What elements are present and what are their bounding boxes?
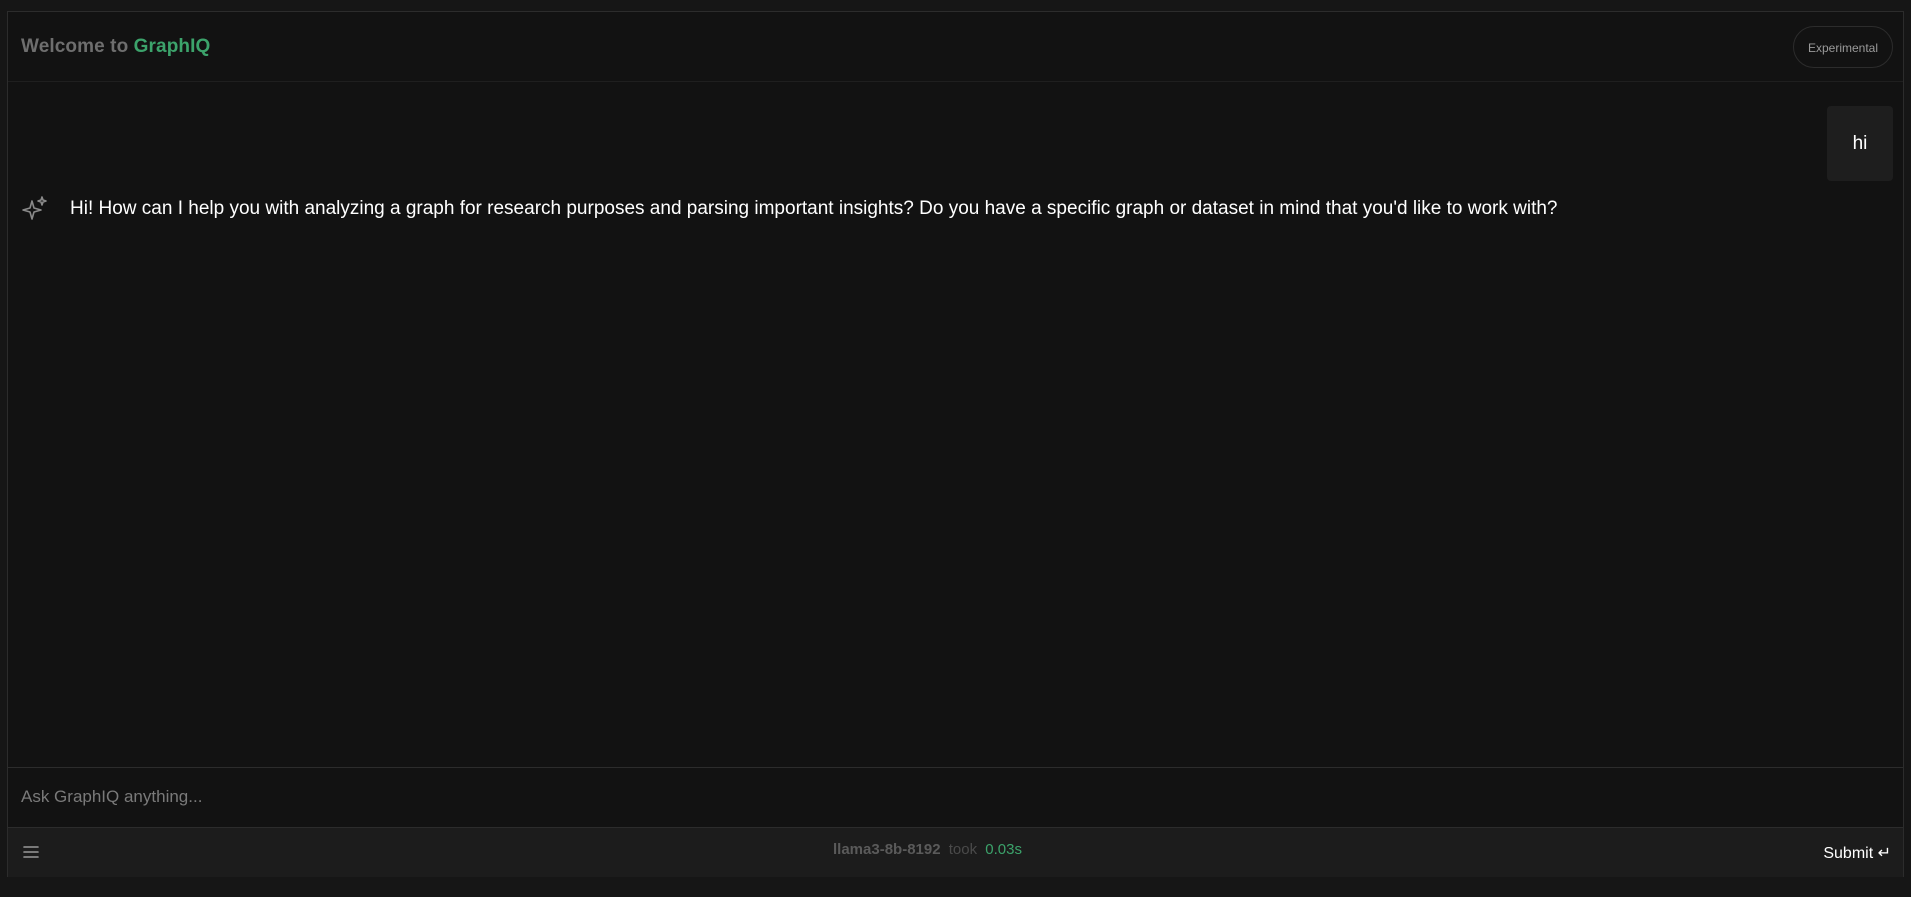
title-prefix: Welcome to: [21, 36, 129, 57]
took-label: took: [948, 841, 978, 858]
app-window: Welcome to GraphIQ Experimental hi Hi! H…: [7, 11, 1904, 877]
model-info: llama3-8b-8192 took 0.03s: [833, 841, 1022, 858]
return-icon: ↵: [1877, 845, 1891, 862]
sparkle-icon: [22, 196, 47, 220]
user-message: hi: [1827, 106, 1893, 181]
footer-bar: llama3-8b-8192 took 0.03s Submit ↵: [8, 827, 1903, 877]
brand-name: GraphIQ: [133, 36, 211, 57]
model-name: llama3-8b-8192: [833, 841, 941, 858]
response-duration: 0.03s: [985, 841, 1022, 858]
input-container: [8, 767, 1903, 827]
assistant-message-text: Hi! How can I help you with analyzing a …: [70, 198, 1558, 219]
chat-area: hi Hi! How can I help you with analyzing…: [8, 82, 1903, 777]
chat-input[interactable]: [8, 768, 1903, 826]
experimental-badge: Experimental: [1792, 26, 1893, 68]
submit-button[interactable]: Submit ↵: [1823, 843, 1891, 863]
header: Welcome to GraphIQ Experimental: [8, 12, 1903, 82]
menu-icon[interactable]: [22, 844, 40, 860]
page-title: Welcome to GraphIQ: [21, 36, 210, 58]
submit-label: Submit: [1823, 845, 1874, 862]
